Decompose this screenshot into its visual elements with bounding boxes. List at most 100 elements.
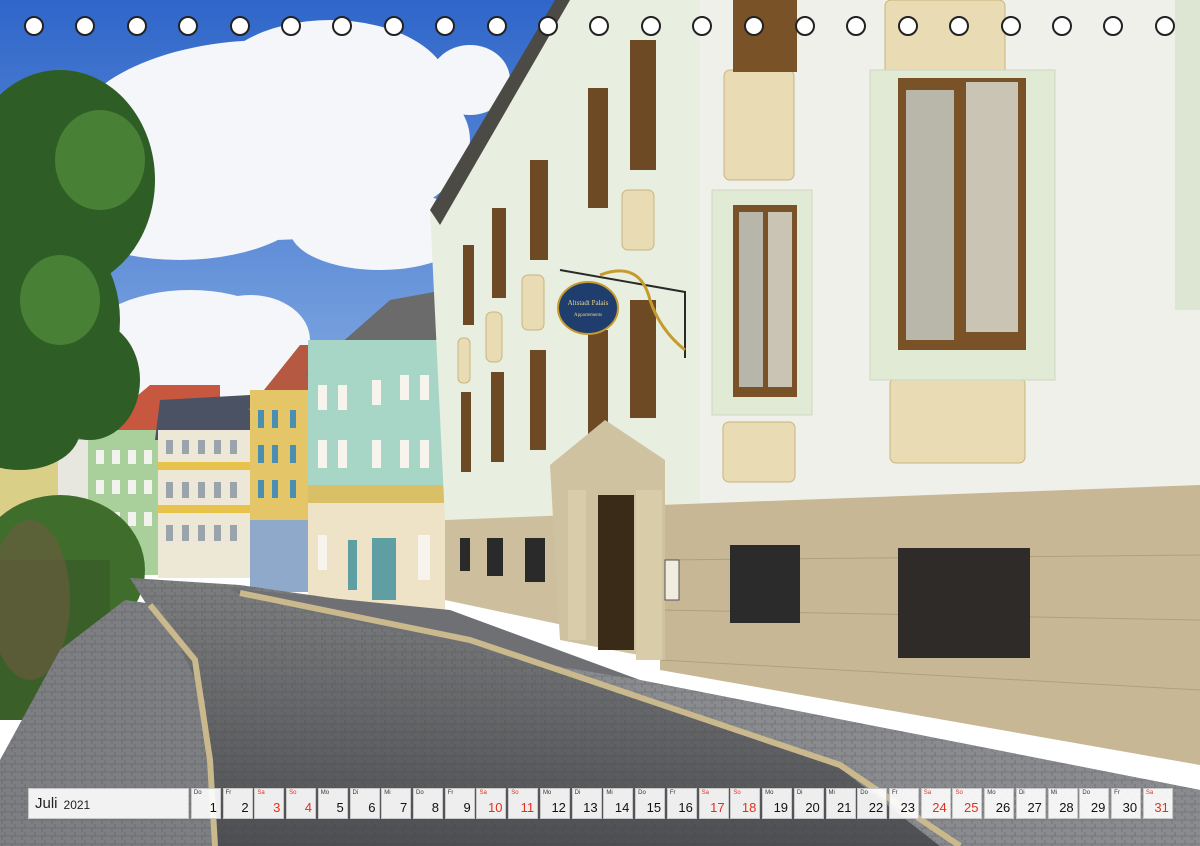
day-number: 1 bbox=[209, 800, 217, 815]
binding-hole bbox=[229, 16, 250, 36]
binding-hole bbox=[692, 16, 713, 36]
entrance-portal bbox=[550, 420, 665, 660]
binding-hole bbox=[846, 16, 867, 36]
weekday-label: Sa bbox=[257, 790, 265, 796]
day-number: 29 bbox=[1090, 800, 1106, 815]
binding-hole bbox=[75, 16, 96, 36]
calendar-bar: Juli 2021 Do 1 Fr 2 Sa 3 So 4 Mo 5 Di 6 Mi 7 Do 8 Fr 9 Sa 1… bbox=[28, 788, 1173, 821]
calendar-day: Sa 24 bbox=[920, 788, 951, 819]
binding-hole bbox=[486, 16, 507, 36]
binding-hole bbox=[383, 16, 404, 36]
calendar-day: Mi 21 bbox=[825, 788, 856, 819]
basement-window-1 bbox=[730, 545, 800, 623]
day-number: 14 bbox=[614, 800, 630, 815]
binding-hole bbox=[332, 16, 353, 36]
day-number: 27 bbox=[1027, 800, 1042, 815]
day-number: 8 bbox=[431, 800, 439, 815]
calendar-day: Di 6 bbox=[349, 788, 380, 819]
day-number: 4 bbox=[304, 800, 313, 815]
day-number: 3 bbox=[273, 800, 281, 815]
day-number: 24 bbox=[932, 800, 947, 815]
day-number: 23 bbox=[900, 800, 915, 815]
day-number: 19 bbox=[773, 800, 789, 815]
month-name: Juli bbox=[35, 795, 58, 812]
weekday-label: Mi bbox=[606, 790, 613, 796]
calendar-day: Sa 17 bbox=[698, 788, 729, 819]
weekday-label: Fr bbox=[669, 790, 676, 796]
binding-hole bbox=[897, 16, 918, 36]
binding-hole bbox=[24, 16, 44, 36]
weekday-label: So bbox=[289, 790, 297, 796]
basement-window-2 bbox=[898, 548, 1030, 658]
weekday-label: Do bbox=[416, 790, 424, 796]
month-label: Juli 2021 bbox=[28, 788, 189, 819]
day-number: 5 bbox=[336, 800, 344, 815]
calendar-day: Mo 5 bbox=[317, 788, 348, 819]
day-number: 13 bbox=[583, 800, 598, 815]
weekday-label: Mo bbox=[987, 790, 996, 796]
day-number: 10 bbox=[487, 800, 503, 815]
month-year: 2021 bbox=[63, 797, 91, 812]
weekday-label: Sa bbox=[923, 790, 932, 796]
binding-holes bbox=[0, 0, 1200, 56]
day-number: 16 bbox=[678, 800, 693, 815]
calendar-day: Sa 10 bbox=[476, 788, 507, 819]
weekday-label: So bbox=[733, 790, 741, 796]
binding-hole bbox=[589, 16, 610, 36]
calendar-day: Do 15 bbox=[635, 788, 666, 819]
calendar-day: Sa 3 bbox=[254, 788, 285, 819]
day-number: 20 bbox=[805, 800, 820, 815]
weekday-label: Fr bbox=[892, 790, 898, 796]
weekday-label: Sa bbox=[479, 790, 487, 796]
weekday-label: Di bbox=[574, 790, 581, 796]
day-number: 31 bbox=[1154, 800, 1169, 815]
calendar-day: Do 29 bbox=[1079, 788, 1110, 819]
calendar-day: Mo 12 bbox=[539, 788, 570, 819]
calendar-day: Mi 7 bbox=[381, 788, 412, 819]
calendar-day: Di 20 bbox=[793, 788, 824, 819]
day-number: 26 bbox=[995, 800, 1011, 815]
calendar-day: So 4 bbox=[286, 788, 317, 819]
calendar-day: Mi 14 bbox=[603, 788, 634, 819]
weekday-label: Fr bbox=[225, 790, 232, 796]
day-number: 12 bbox=[551, 800, 566, 815]
calendar-day: So 25 bbox=[952, 788, 983, 819]
day-number: 2 bbox=[241, 800, 249, 815]
day-number: 11 bbox=[520, 800, 535, 815]
weekday-label: Do bbox=[638, 790, 646, 796]
calendar-day: Fr 9 bbox=[444, 788, 475, 819]
weekday-label: Sa bbox=[701, 790, 709, 796]
street-photo: Altstadt Palais Appartements bbox=[0, 0, 1200, 846]
calendar-day: Mo 26 bbox=[984, 788, 1015, 819]
day-number: 7 bbox=[400, 800, 408, 815]
weekday-label: So bbox=[511, 790, 519, 796]
binding-hole bbox=[743, 16, 764, 36]
weekday-label: Di bbox=[352, 790, 359, 796]
day-number: 28 bbox=[1059, 800, 1074, 815]
day-number: 6 bbox=[368, 800, 376, 815]
calendar-day: So 18 bbox=[730, 788, 761, 819]
sign-title: Altstadt Palais bbox=[568, 299, 609, 307]
binding-hole bbox=[281, 16, 301, 36]
calendar-day: Fr 30 bbox=[1111, 788, 1142, 819]
weekday-label: Do bbox=[1082, 790, 1091, 796]
calendar-day: Sa 31 bbox=[1142, 788, 1173, 819]
day-number: 21 bbox=[837, 800, 852, 815]
binding-hole bbox=[178, 16, 199, 36]
binding-hole bbox=[1052, 16, 1072, 36]
calendar-day: Di 27 bbox=[1015, 788, 1046, 819]
day-number: 15 bbox=[646, 800, 662, 815]
weekday-label: Di bbox=[1018, 790, 1025, 796]
calendar-day: Do 1 bbox=[190, 788, 221, 819]
weekday-label: Mo bbox=[765, 790, 774, 796]
binding-hole bbox=[1103, 16, 1124, 36]
calendar-day: Fr 16 bbox=[666, 788, 697, 819]
calendar-day: Di 13 bbox=[571, 788, 602, 819]
calendar-day: Do 22 bbox=[857, 788, 888, 819]
binding-hole bbox=[435, 16, 456, 36]
day-number: 25 bbox=[963, 800, 979, 815]
weekday-label: Mo bbox=[320, 790, 330, 796]
weekday-label: Mi bbox=[1050, 790, 1058, 796]
weekday-label: Fr bbox=[447, 790, 454, 796]
calendar-day: So 11 bbox=[508, 788, 539, 819]
